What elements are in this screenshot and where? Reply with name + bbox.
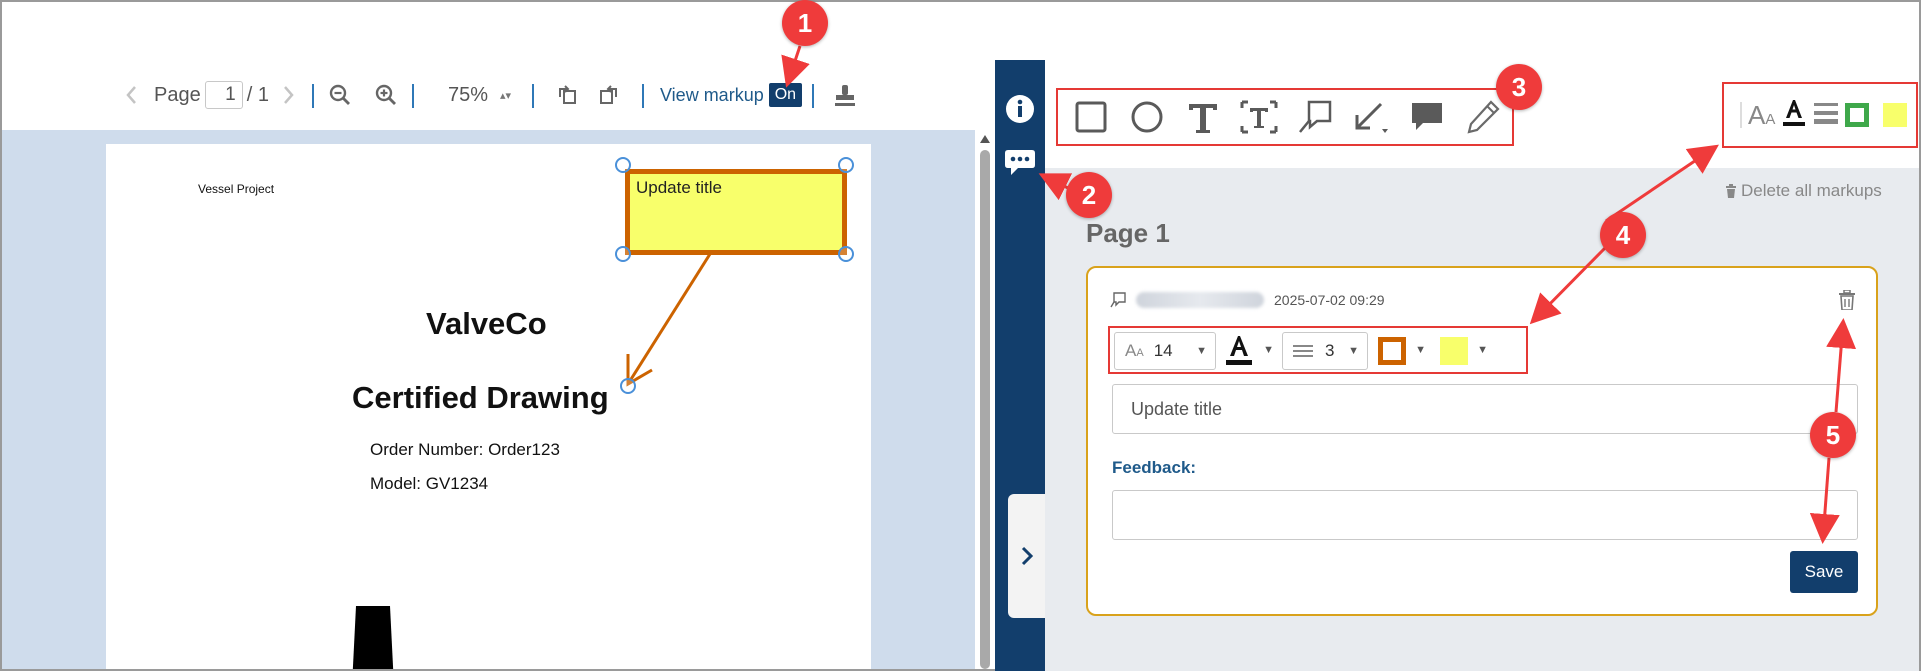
font-color-select[interactable]: ▼ [1224, 332, 1274, 370]
info-icon[interactable] [1003, 92, 1037, 126]
ellipse-icon[interactable] [1124, 94, 1170, 140]
border-color-swatch [1378, 337, 1406, 365]
trash-icon [1839, 289, 1855, 311]
prev-page-icon[interactable] [124, 60, 138, 130]
zoom-stepper-icon: ▴▾ [500, 89, 512, 102]
toolbar-divider [642, 84, 644, 108]
author-name-redacted [1136, 292, 1264, 308]
feedback-label: Feedback: [1112, 458, 1197, 477]
zoom-select[interactable]: 75% ▴▾ [448, 60, 511, 130]
chevron-down-icon: ▼ [1415, 344, 1426, 356]
page-total: / 1 [246, 83, 269, 106]
zoom-in-icon[interactable] [374, 60, 398, 130]
chevron-right-icon [1021, 546, 1034, 566]
text-box-icon[interactable] [1236, 94, 1282, 140]
page-label: Page [154, 83, 201, 106]
line-width-icon[interactable] [1813, 101, 1839, 130]
markup-card[interactable]: 2025-07-02 09:29 AA 14 ▼ ▼ 3 ▼ ▼ ▼ Updat… [1086, 266, 1878, 616]
view-markup-label[interactable]: View markup [660, 85, 764, 106]
text-icon[interactable] [1180, 94, 1226, 140]
doc-header: Vessel Project [198, 182, 275, 196]
doc-model: Model: GV1234 [370, 474, 489, 493]
zoom-value: 75% [448, 83, 489, 106]
rotate-left-icon[interactable] [556, 60, 580, 130]
view-markup-state-badge[interactable]: On [768, 83, 803, 107]
drawing-shape [352, 606, 394, 669]
doc-company: ValveCo [426, 306, 547, 341]
rotate-right-icon[interactable] [596, 60, 620, 130]
annotation-tools-group [1056, 88, 1514, 146]
callout-marker-1: 1 [782, 0, 828, 46]
next-page-icon[interactable] [282, 60, 296, 130]
font-size-icon: AA [1125, 341, 1144, 360]
border-color-select[interactable]: ▼ [1378, 332, 1430, 370]
markup-meta: 2025-07-02 09:29 [1110, 292, 1385, 308]
delete-all-markups-button[interactable]: Delete all markups [1725, 181, 1882, 201]
line-width-select[interactable]: 3 ▼ [1282, 332, 1368, 370]
chevron-down-icon: ▼ [1477, 344, 1488, 356]
page-heading: Page 1 [1086, 218, 1170, 248]
toolbar-divider [812, 84, 814, 108]
page-indicator: Page 1 / 1 [154, 60, 269, 130]
fill-color-icon[interactable] [1883, 103, 1908, 127]
view-markup-toggle[interactable]: View markup On [660, 60, 803, 130]
scroll-up-icon[interactable] [979, 134, 991, 144]
callout-marker-5: 5 [1810, 412, 1856, 458]
leader-end-handle[interactable] [620, 378, 636, 394]
style-tools-group: AA [1722, 82, 1918, 148]
markup-title-input[interactable]: Update title [1112, 384, 1858, 434]
save-button[interactable]: Save [1790, 551, 1858, 593]
markup-timestamp: 2025-07-02 09:29 [1274, 292, 1385, 308]
doc-order-number: Order Number: Order123 [370, 440, 560, 459]
pencil-icon[interactable] [1460, 94, 1506, 140]
chevron-down-icon: ▼ [1348, 345, 1359, 357]
callout-icon[interactable] [1292, 94, 1338, 140]
comment-icon[interactable] [1404, 94, 1450, 140]
font-size-value: 14 [1153, 341, 1173, 360]
collapse-panel-tab[interactable] [1008, 494, 1046, 618]
line-width-value: 3 [1325, 341, 1335, 360]
callout-marker-2: 2 [1066, 172, 1112, 218]
callout-icon [1110, 292, 1126, 308]
page-number-input[interactable]: 1 [204, 81, 243, 109]
callout-marker-3: 3 [1496, 64, 1542, 110]
callout-marker-4: 4 [1600, 212, 1646, 258]
feedback-input[interactable] [1112, 490, 1858, 540]
resize-handle-top-left[interactable] [615, 157, 631, 173]
trash-icon [1726, 184, 1736, 198]
font-color-icon [1226, 336, 1252, 365]
line-width-icon [1293, 345, 1313, 357]
border-color-icon[interactable] [1845, 103, 1870, 127]
delete-all-label[interactable]: Delete all markups [1741, 181, 1882, 201]
fill-color-swatch [1440, 337, 1468, 365]
toolbar-divider [532, 84, 534, 108]
font-color-icon[interactable] [1781, 98, 1807, 133]
toolbar-divider [312, 84, 314, 108]
stamp-icon[interactable] [832, 60, 858, 130]
callout-markup-text: Update title [636, 178, 722, 197]
toolbar-divider [1740, 102, 1742, 128]
toolbar-divider [412, 84, 414, 108]
viewer-toolbar: Page 1 / 1 75% ▴▾ View markup On [0, 60, 975, 130]
markup-format-controls: AA 14 ▼ ▼ 3 ▼ ▼ ▼ [1108, 326, 1528, 374]
markups-panel-icon[interactable] [1003, 146, 1037, 180]
zoom-out-icon[interactable] [328, 60, 352, 130]
viewer-scrollbar-thumb[interactable] [980, 150, 990, 669]
font-size-select[interactable]: AA 14 ▼ [1114, 332, 1216, 370]
font-size-icon[interactable]: AA [1748, 102, 1775, 128]
resize-handle-bottom-right[interactable] [838, 246, 854, 262]
resize-handle-bottom-left[interactable] [615, 246, 631, 262]
doc-title: Certified Drawing [352, 380, 609, 415]
callout-markup[interactable]: Update title [626, 170, 846, 254]
rectangle-icon[interactable] [1068, 94, 1114, 140]
fill-color-select[interactable]: ▼ [1440, 332, 1492, 370]
arrow-icon[interactable] [1348, 94, 1394, 140]
chevron-down-icon: ▼ [1196, 345, 1207, 357]
chevron-down-icon: ▼ [1263, 344, 1274, 356]
delete-markup-button[interactable] [1838, 289, 1856, 315]
resize-handle-top-right[interactable] [838, 157, 854, 173]
